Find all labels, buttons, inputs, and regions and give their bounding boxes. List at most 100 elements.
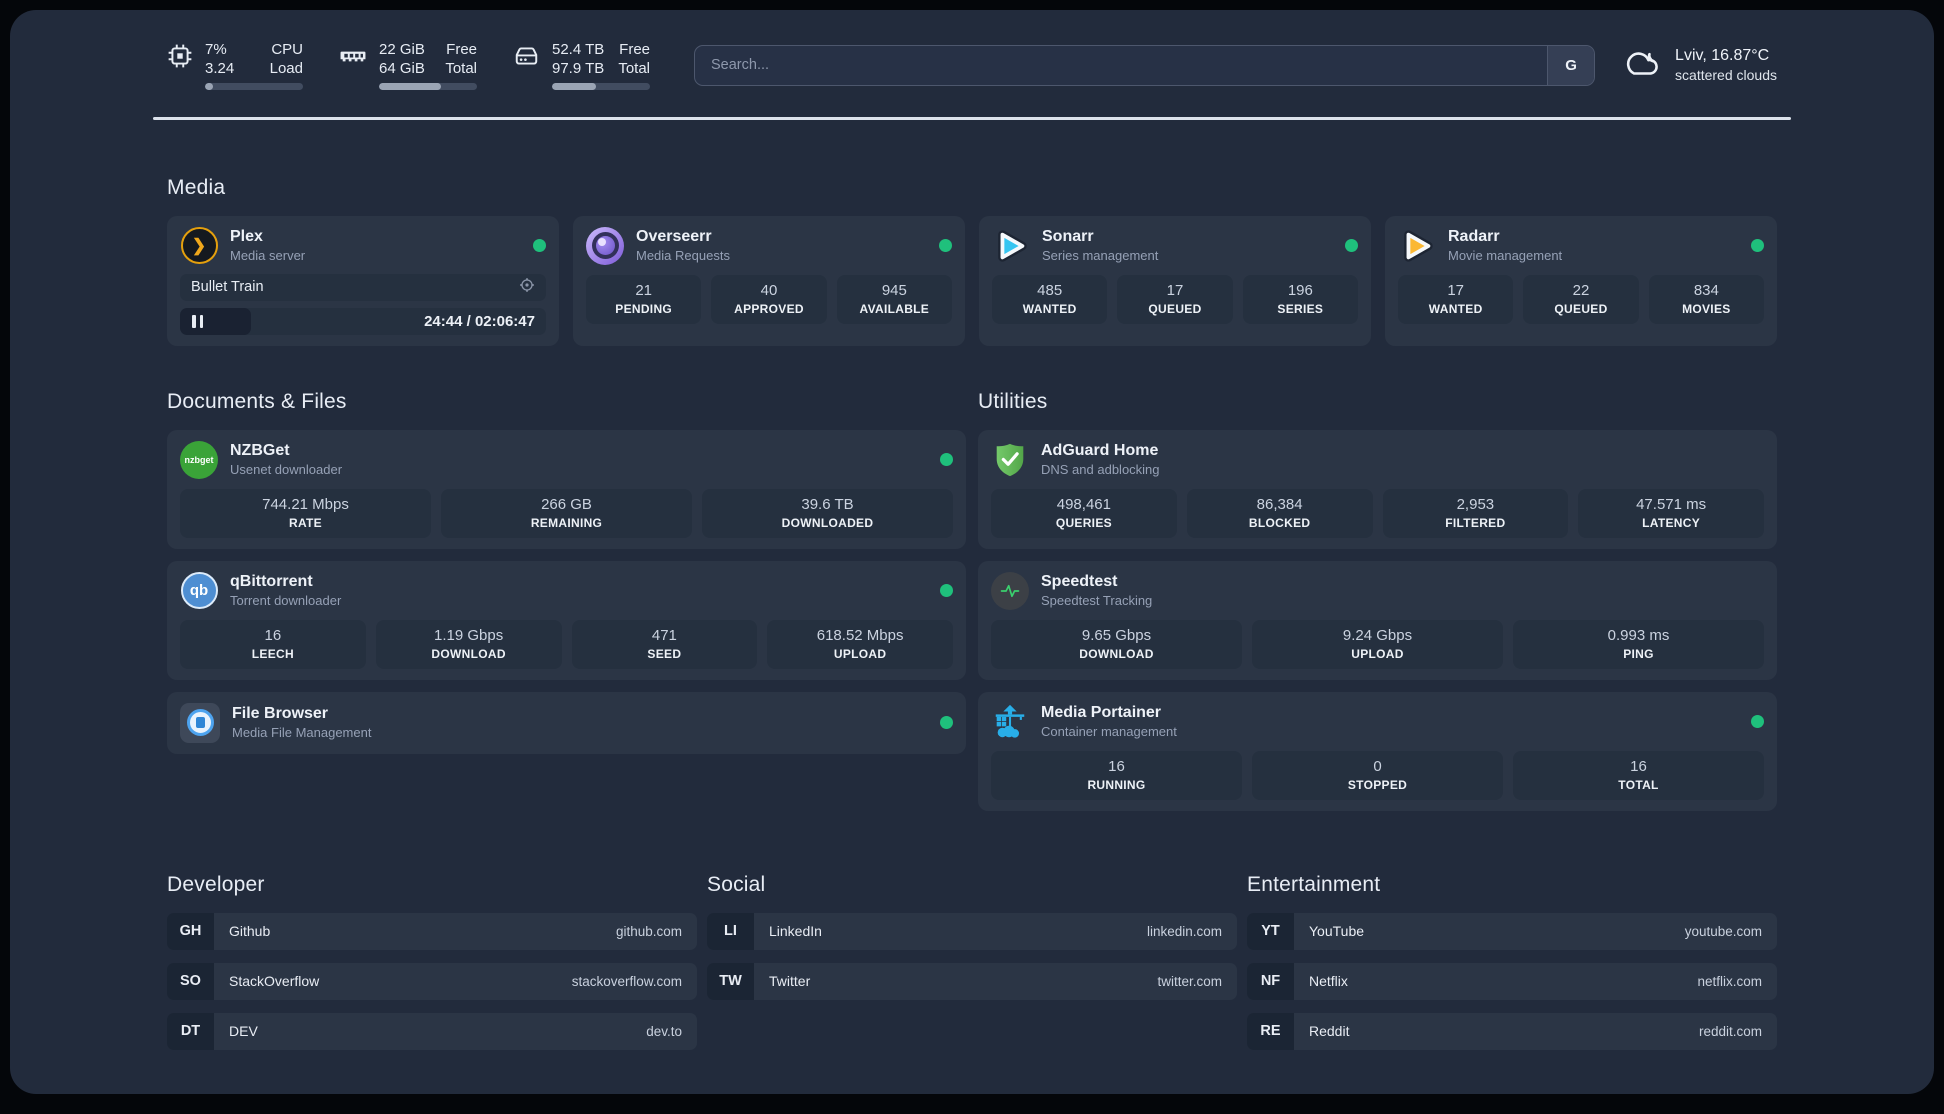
- qbittorrent-icon: qb: [180, 572, 218, 610]
- header-divider: [153, 117, 1791, 120]
- search-engine-button[interactable]: G: [1547, 45, 1595, 85]
- link-domain: twitter.com: [1157, 973, 1222, 989]
- playback-progress-bar[interactable]: 24:44 / 02:06:47: [180, 307, 546, 335]
- disk-free-value: 52.4 TB: [552, 41, 605, 58]
- memory-free-value: 22 GiB: [379, 41, 425, 58]
- cpu-progress-bar: [205, 83, 303, 90]
- app-title: File Browser: [232, 705, 329, 722]
- link-linkedin[interactable]: LI LinkedIn linkedin.com: [707, 912, 1237, 950]
- memory-total-label: Total: [445, 60, 477, 77]
- app-card-nzbget[interactable]: nzbget NZBGet Usenet downloader 744.21 M…: [167, 429, 966, 549]
- app-subtitle: DNS and adblocking: [1041, 462, 1160, 477]
- link-github[interactable]: GH Github github.com: [167, 912, 697, 950]
- link-domain: github.com: [615, 923, 682, 939]
- app-subtitle: Torrent downloader: [230, 593, 342, 608]
- link-reddit[interactable]: RE Reddit reddit.com: [1247, 1012, 1777, 1050]
- link-stackoverflow[interactable]: SO StackOverflow stackoverflow.com: [167, 962, 697, 1000]
- stat-box: 40 APPROVED: [711, 274, 827, 324]
- stat-box: 834 MOVIES: [1648, 274, 1764, 324]
- link-netflix[interactable]: NF Netflix netflix.com: [1247, 962, 1777, 1000]
- app-title: Media Portainer: [1041, 704, 1162, 721]
- app-title: Overseerr: [636, 228, 712, 245]
- section-title-entertainment: Entertainment: [1247, 872, 1381, 896]
- status-online-dot: [940, 716, 953, 729]
- search-bar: G: [694, 44, 1596, 86]
- stat-box: 471 SEED: [571, 619, 758, 669]
- search-input[interactable]: [695, 45, 1548, 85]
- app-title: Speedtest: [1041, 573, 1118, 590]
- cpu-label: CPU: [271, 41, 303, 58]
- stat-box: 17 QUEUED: [1117, 274, 1233, 324]
- cloud-icon: [1623, 45, 1663, 86]
- link-dev[interactable]: DT DEV dev.to: [167, 1012, 697, 1050]
- status-online-dot: [940, 584, 953, 597]
- status-online-dot: [1345, 239, 1358, 252]
- radarr-icon: [1398, 227, 1436, 265]
- link-name: Reddit: [1309, 1023, 1350, 1039]
- speedtest-pulse-icon: [991, 571, 1029, 610]
- stat-box: 945 AVAILABLE: [836, 274, 952, 324]
- app-card-speedtest[interactable]: Speedtest Speedtest Tracking 9.65 Gbps DO…: [978, 560, 1777, 680]
- app-card-adguard[interactable]: AdGuard Home DNS and adblocking 498,461 Q…: [978, 429, 1777, 549]
- link-twitter[interactable]: TW Twitter twitter.com: [707, 962, 1237, 1000]
- stat-box: 196 SERIES: [1242, 274, 1358, 324]
- sonarr-icon: [992, 227, 1030, 265]
- cpu-usage-value: 7%: [205, 41, 227, 58]
- link-youtube[interactable]: YT YouTube youtube.com: [1247, 912, 1777, 950]
- stat-box: 86,384 BLOCKED: [1186, 488, 1373, 538]
- stat-box: 9.24 Gbps UPLOAD: [1252, 619, 1503, 669]
- app-card-qbittorrent[interactable]: qb qBittorrent Torrent downloader 16 LEEC…: [167, 560, 966, 680]
- status-online-dot: [1751, 239, 1764, 252]
- link-domain: youtube.com: [1684, 923, 1762, 939]
- app-card-overseerr[interactable]: Overseerr Media Requests 21 PENDING 40 APP…: [573, 215, 965, 346]
- stat-box: 16 RUNNING: [991, 750, 1242, 800]
- filebrowser-icon: [180, 702, 220, 743]
- app-card-sonarr[interactable]: Sonarr Series management 485 WANTED 17 QUE…: [979, 215, 1371, 346]
- link-domain: reddit.com: [1698, 1023, 1762, 1039]
- portainer-icon: [991, 703, 1029, 741]
- weather-condition: scattered clouds: [1675, 67, 1777, 83]
- app-title: qBittorrent: [230, 573, 313, 590]
- playback-elapsed-fill: [180, 307, 252, 335]
- link-abbr-badge: NF: [1247, 962, 1294, 1000]
- disk-total-label: Total: [618, 60, 650, 77]
- app-subtitle: Container management: [1041, 724, 1177, 739]
- app-card-radarr[interactable]: Radarr Movie management 17 WANTED 22 QUEUE…: [1385, 215, 1777, 346]
- app-subtitle: Speedtest Tracking: [1041, 593, 1153, 608]
- app-card-plex[interactable]: ❯ Plex Media server Bullet Train 24:44 /…: [167, 215, 559, 346]
- stat-box: 39.6 TB DOWNLOADED: [702, 488, 953, 538]
- section-title-social: Social: [707, 872, 766, 896]
- app-card-filebrowser[interactable]: File Browser Media File Management: [167, 691, 966, 754]
- link-name: StackOverflow: [229, 973, 320, 989]
- link-name: Github: [229, 923, 271, 939]
- app-subtitle: Media server: [230, 248, 306, 263]
- link-abbr-badge: RE: [1247, 1012, 1294, 1050]
- video-settings-icon[interactable]: [519, 277, 535, 297]
- link-name: Netflix: [1309, 973, 1348, 989]
- stat-box: 16 TOTAL: [1513, 750, 1764, 800]
- link-name: Twitter: [769, 973, 811, 989]
- stat-box: 1.19 Gbps DOWNLOAD: [375, 619, 562, 669]
- memory-widget: 22 GiB 64 GiB Free Total: [339, 40, 477, 90]
- load-label: Load: [269, 60, 303, 77]
- link-domain: dev.to: [646, 1023, 682, 1039]
- stat-box: 498,461 QUERIES: [991, 488, 1177, 538]
- app-title: Plex: [230, 228, 263, 245]
- now-playing-title: Bullet Train: [191, 279, 264, 295]
- link-abbr-badge: TW: [707, 962, 754, 1000]
- disk-total-value: 97.9 TB: [552, 60, 605, 77]
- disk-widget: 52.4 TB 97.9 TB Free Total: [513, 40, 650, 90]
- app-card-portainer[interactable]: Media Portainer Container management 16 R…: [978, 691, 1777, 811]
- app-title: Radarr: [1448, 228, 1500, 245]
- link-abbr-badge: GH: [167, 912, 214, 950]
- section-title-documents: Documents & Files: [167, 389, 347, 413]
- link-abbr-badge: YT: [1247, 912, 1294, 950]
- link-abbr-badge: LI: [707, 912, 754, 950]
- pause-icon[interactable]: [192, 314, 203, 328]
- link-domain: stackoverflow.com: [571, 973, 682, 989]
- ram-icon: [339, 43, 367, 74]
- link-name: YouTube: [1309, 923, 1365, 939]
- link-domain: linkedin.com: [1146, 923, 1222, 939]
- stat-box: 618.52 Mbps UPLOAD: [767, 619, 953, 669]
- section-title-utilities: Utilities: [978, 389, 1048, 413]
